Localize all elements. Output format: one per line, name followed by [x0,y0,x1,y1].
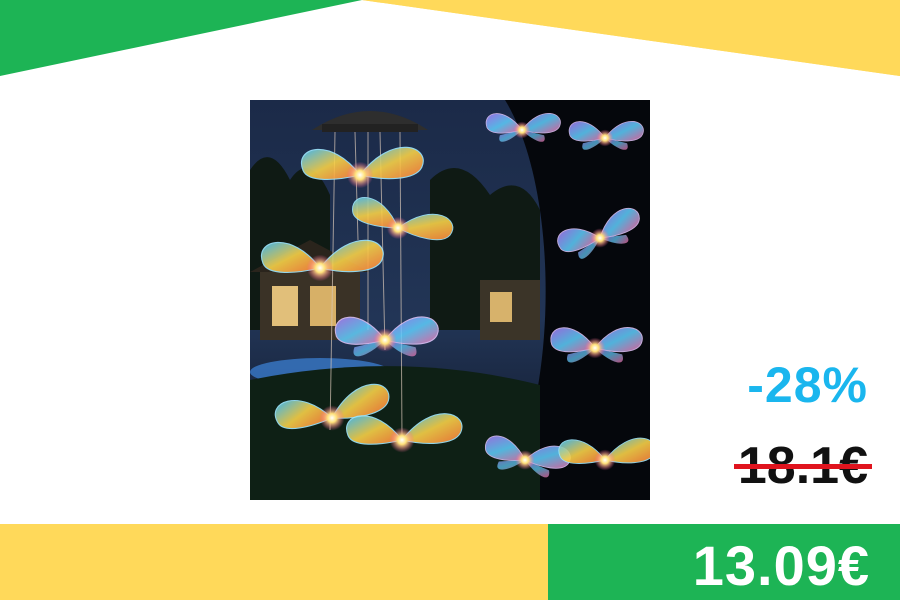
discount-percentage: -28% [747,357,868,413]
new-price: 13.09€ [692,534,870,597]
product-image [250,100,650,500]
top-banner [0,0,900,76]
old-price: 18.1€ [733,436,872,496]
strikethrough-line [733,464,872,469]
